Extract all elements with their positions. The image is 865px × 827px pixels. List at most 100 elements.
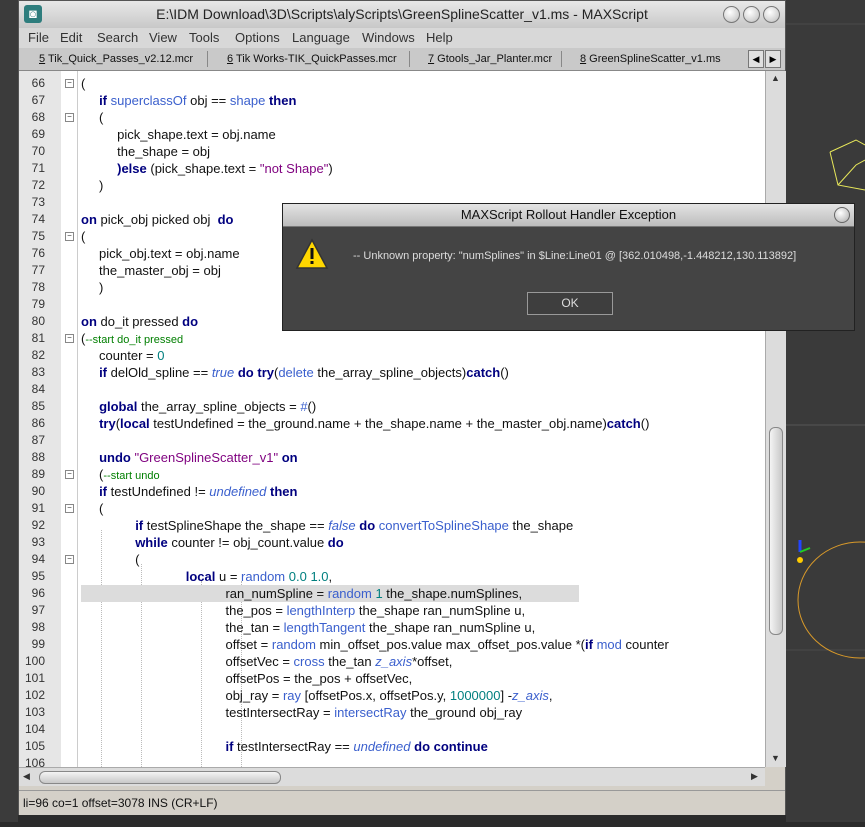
- code-line[interactable]: 66 −(: [19, 75, 765, 92]
- code-line[interactable]: 104: [19, 721, 765, 738]
- tab-greensplinescatter[interactable]: 8 GreenSplineScatter_v1.ms: [580, 50, 721, 68]
- code-text: ran_numSpline = random 1 the_shape.numSp…: [81, 586, 523, 601]
- maxscript-window: ◙ E:\IDM Download\3D\Scripts\alyScripts\…: [18, 0, 786, 815]
- code-line[interactable]: 91 − (: [19, 500, 765, 517]
- code-line[interactable]: 93 while counter != obj_count.value do: [19, 534, 765, 551]
- code-text: while counter != obj_count.value do: [135, 535, 344, 550]
- fold-toggle-icon[interactable]: −: [65, 113, 74, 122]
- code-line[interactable]: 97 the_pos = lengthInterp the_shape ran_…: [19, 602, 765, 619]
- code-line[interactable]: 85 global the_array_spline_objects = #(): [19, 398, 765, 415]
- code-text: (: [81, 552, 140, 567]
- horizontal-scroll-thumb[interactable]: [39, 771, 281, 784]
- code-line[interactable]: 70 the_shape = obj: [19, 143, 765, 160]
- tab-label: GreenSplineScatter_v1.ms: [586, 53, 721, 65]
- code-text: undo "GreenSplineScatter_v1" on: [99, 450, 298, 465]
- code-line[interactable]: 69 pick_shape.text = obj.name: [19, 126, 765, 143]
- code-line[interactable]: 92 if testSplineShape the_shape == false…: [19, 517, 765, 534]
- horizontal-scrollbar[interactable]: ◀ ▶: [19, 767, 765, 786]
- scroll-left-icon[interactable]: ◀: [23, 771, 30, 782]
- code-line[interactable]: 72 ): [19, 177, 765, 194]
- menu-language[interactable]: Language: [292, 30, 350, 45]
- line-number: 74: [31, 212, 45, 226]
- code-text: the_master_obj = obj: [81, 263, 221, 278]
- ok-button[interactable]: OK: [527, 292, 613, 315]
- fold-toggle-icon[interactable]: −: [65, 232, 74, 241]
- tab-label: Tik_Quick_Passes_v2.12.mcr: [45, 53, 194, 65]
- line-number: 79: [31, 297, 45, 311]
- scroll-up-icon[interactable]: ▲: [771, 73, 780, 83]
- code-line[interactable]: 98 the_tan = lengthTangent the_shape ran…: [19, 619, 765, 636]
- code-line[interactable]: 90 if testUndefined != undefined then: [19, 483, 765, 500]
- code-text: pick_obj.text = obj.name: [81, 246, 240, 261]
- title-bar[interactable]: ◙ E:\IDM Download\3D\Scripts\alyScripts\…: [19, 1, 785, 29]
- code-line[interactable]: 71 )else (pick_shape.text = "not Shape"): [19, 160, 765, 177]
- minimize-button[interactable]: [723, 6, 740, 23]
- fold-toggle-icon[interactable]: −: [65, 470, 74, 479]
- dialog-close-button[interactable]: [834, 207, 850, 223]
- line-number: 85: [31, 399, 45, 413]
- code-text: local u = random 0.0 1.0,: [185, 569, 333, 584]
- line-number: 101: [24, 671, 45, 685]
- viewport-wireframe: [786, 23, 865, 659]
- fold-toggle-icon[interactable]: −: [65, 79, 74, 88]
- menu-search[interactable]: Search: [97, 30, 138, 45]
- fold-toggle-icon[interactable]: −: [65, 555, 74, 564]
- code-line[interactable]: 68 − (: [19, 109, 765, 126]
- vertical-scroll-thumb[interactable]: [769, 427, 783, 635]
- tab-scroll-left-icon[interactable]: ◀: [748, 50, 764, 68]
- menu-windows[interactable]: Windows: [362, 30, 415, 45]
- code-line[interactable]: 89− (--start undo: [19, 466, 765, 483]
- line-number: 96: [31, 586, 45, 600]
- code-line[interactable]: 86 try(local testUndefined = the_ground.…: [19, 415, 765, 432]
- code-line[interactable]: 67 if superclassOf obj == shape then: [19, 92, 765, 109]
- tab-gtools-jar-planter[interactable]: 7 Gtools_Jar_Planter.mcr: [428, 50, 552, 68]
- menu-help[interactable]: Help: [426, 30, 453, 45]
- line-number: 106: [24, 756, 45, 767]
- line-number: 102: [24, 688, 45, 702]
- scroll-down-icon[interactable]: ▼: [771, 753, 780, 763]
- line-number: 77: [31, 263, 45, 277]
- code-line[interactable]: 83 if delOld_spline == true do try(delet…: [19, 364, 765, 381]
- code-line[interactable]: 84: [19, 381, 765, 398]
- dialog-message: -- Unknown property: "numSplines" in $Li…: [353, 250, 797, 262]
- code-line[interactable]: 82 counter = 0: [19, 347, 765, 364]
- line-number: 98: [31, 620, 45, 634]
- menu-edit[interactable]: Edit: [60, 30, 82, 45]
- line-number: 66: [31, 76, 45, 90]
- vertical-scrollbar[interactable]: ▲ ▼: [765, 71, 786, 767]
- fold-toggle-icon[interactable]: −: [65, 334, 74, 343]
- status-bar: li=96 co=1 offset=3078 INS (CR+LF): [19, 790, 785, 815]
- viewport-right[interactable]: [786, 0, 865, 822]
- code-editor[interactable]: 66−(67 if superclassOf obj == shape then…: [19, 71, 765, 767]
- code-text: (: [81, 76, 86, 91]
- code-line[interactable]: 102 obj_ray = ray [offsetPos.x, offsetPo…: [19, 687, 765, 704]
- code-line[interactable]: 106: [19, 755, 765, 767]
- code-line[interactable]: 88 undo "GreenSplineScatter_v1" on: [19, 449, 765, 466]
- code-text: ): [81, 178, 104, 193]
- code-text: offsetVec = cross the_tan z_axis*offset,: [81, 654, 453, 669]
- code-line[interactable]: 96 ran_numSpline = random 1 the_shape.nu…: [19, 585, 765, 602]
- scroll-right-icon[interactable]: ▶: [751, 771, 758, 782]
- tab-scroll-right-icon[interactable]: ▶: [765, 50, 781, 68]
- code-line[interactable]: 95 local u = random 0.0 1.0,: [19, 568, 765, 585]
- tab-tik-quick-passes[interactable]: 5 Tik_Quick_Passes_v2.12.mcr: [39, 50, 193, 68]
- menu-view[interactable]: View: [149, 30, 177, 45]
- code-line[interactable]: 101 offsetPos = the_pos + offsetVec,: [19, 670, 765, 687]
- tab-tik-works[interactable]: 6 Tik Works-TIK_QuickPasses.mcr: [227, 50, 397, 68]
- close-button[interactable]: [763, 6, 780, 23]
- code-line[interactable]: 99 offset = random min_offset_pos.value …: [19, 636, 765, 653]
- menu-tools[interactable]: Tools: [189, 30, 219, 45]
- line-number: 67: [31, 93, 45, 107]
- dialog-title-bar[interactable]: MAXScript Rollout Handler Exception: [283, 204, 854, 227]
- code-line[interactable]: 100 offsetVec = cross the_tan z_axis*off…: [19, 653, 765, 670]
- code-line[interactable]: 103 testIntersectRay = intersectRay the_…: [19, 704, 765, 721]
- menu-file[interactable]: File: [28, 30, 49, 45]
- code-line[interactable]: 81− (--start do_it pressed: [19, 330, 765, 347]
- code-line[interactable]: 87: [19, 432, 765, 449]
- tab-label: Tik Works-TIK_QuickPasses.mcr: [233, 53, 397, 65]
- code-line[interactable]: 105 if testIntersectRay == undefined do …: [19, 738, 765, 755]
- fold-toggle-icon[interactable]: −: [65, 504, 74, 513]
- menu-options[interactable]: Options: [235, 30, 280, 45]
- maximize-button[interactable]: [743, 6, 760, 23]
- code-line[interactable]: 94 − (: [19, 551, 765, 568]
